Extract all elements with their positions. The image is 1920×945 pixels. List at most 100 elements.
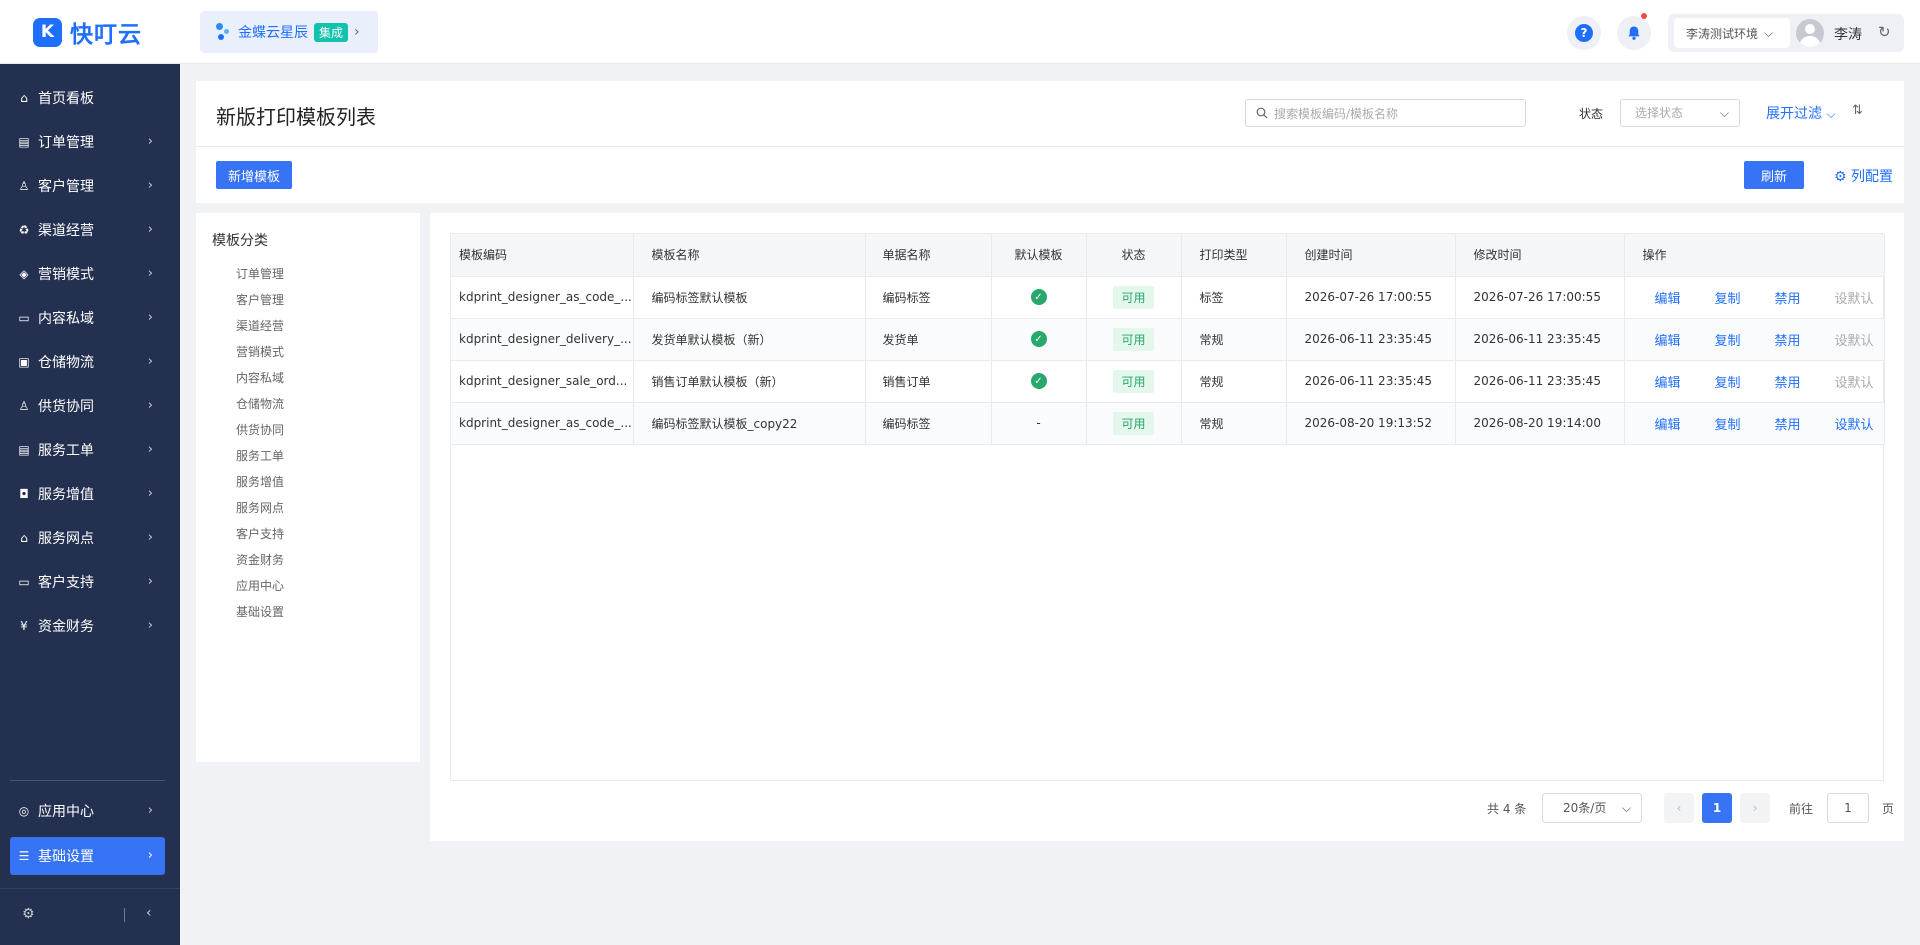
page-size-select[interactable]: 20条/页 ⌵ <box>1542 793 1642 823</box>
category-item[interactable]: 服务网点 <box>236 499 284 516</box>
column-header-code[interactable]: 模板编码 <box>451 234 634 277</box>
column-header-doc[interactable]: 单据名称 <box>865 234 992 277</box>
actions-cell: 编辑 复制 禁用 设默认 <box>1624 318 1885 361</box>
document-name: 发货单 <box>865 318 992 361</box>
category-item[interactable]: 仓储物流 <box>236 395 284 412</box>
column-header-default[interactable]: 默认模板 <box>991 234 1087 277</box>
sidebar-item-label: 服务网点 <box>38 531 94 547</box>
category-item[interactable]: 服务增值 <box>236 473 284 490</box>
username[interactable]: 李涛 <box>1834 24 1862 44</box>
goto-page-input[interactable]: 1 <box>1827 793 1869 823</box>
sidebar-item-app-center[interactable]: ◎ 应用中心 › <box>10 792 165 830</box>
sidebar-item-warehouse[interactable]: ▣ 仓储物流 › <box>10 343 165 381</box>
page-number-button[interactable]: 1 <box>1702 793 1732 823</box>
sidebar-item-service-tickets[interactable]: ▤ 服务工单 › <box>10 431 165 469</box>
avatar[interactable] <box>1796 19 1824 47</box>
set-default-link[interactable]: 设默认 <box>1835 414 1884 433</box>
chevron-down-icon: ⌵ <box>1826 107 1836 121</box>
sidebar-item-label: 基础设置 <box>38 849 94 865</box>
category-item[interactable]: 供货协同 <box>236 421 284 438</box>
created-time: 2026-06-11 23:35:45 <box>1286 318 1456 361</box>
disable-link[interactable]: 禁用 <box>1775 372 1835 391</box>
expand-filter-button[interactable]: 展开过滤 ⌵ <box>1766 103 1836 123</box>
status-cell: 可用 <box>1086 318 1182 361</box>
page-title: 新版打印模板列表 <box>216 105 376 129</box>
sidebar-item-dashboard[interactable]: ⌂ 首页看板 <box>10 79 165 117</box>
copy-link[interactable]: 复制 <box>1715 414 1775 433</box>
status-select[interactable]: 选择状态 ⌵ <box>1620 99 1740 127</box>
sort-icon[interactable]: ⇅ <box>1852 103 1863 118</box>
default-cell: ✓ <box>991 276 1087 319</box>
copy-link[interactable]: 复制 <box>1715 372 1775 391</box>
edit-link[interactable]: 编辑 <box>1655 288 1715 307</box>
refresh-icon[interactable]: ↻ <box>1878 23 1891 41</box>
sidebar-item-support[interactable]: ▭ 客户支持 › <box>10 563 165 601</box>
category-item[interactable]: 资金财务 <box>236 551 284 568</box>
add-template-button[interactable]: 新增模板 <box>216 161 292 189</box>
edit-link[interactable]: 编辑 <box>1655 372 1715 391</box>
category-item[interactable]: 客户支持 <box>236 525 284 542</box>
disable-link[interactable]: 禁用 <box>1775 288 1835 307</box>
sidebar-item-value-added[interactable]: ◘ 服务增值 › <box>10 475 165 513</box>
goto-label: 前往 <box>1789 802 1814 816</box>
search-input[interactable]: 搜索模板编码/模板名称 <box>1245 99 1526 127</box>
chevron-right-icon: › <box>354 24 360 40</box>
chevron-right-icon: › <box>147 398 153 413</box>
gear-icon[interactable]: ⚙ <box>22 906 35 922</box>
next-page-button[interactable]: › <box>1740 793 1770 823</box>
bell-icon <box>1628 26 1640 40</box>
collapse-sidebar-icon[interactable]: ‹ <box>146 905 152 921</box>
category-item[interactable]: 营销模式 <box>236 343 284 360</box>
category-item[interactable]: 客户管理 <box>236 291 284 308</box>
refresh-button[interactable]: 刷新 <box>1744 161 1804 189</box>
chevron-right-icon: › <box>147 618 153 633</box>
table-row: kdprint_designer_as_code_... 编码标签默认模板_co… <box>451 402 1885 445</box>
sidebar-item-customers[interactable]: ♙ 客户管理 › <box>10 167 165 205</box>
column-header-created[interactable]: 创建时间 <box>1286 234 1456 277</box>
sidebar-item-supply[interactable]: ♙ 供货协同 › <box>10 387 165 425</box>
column-header-modified[interactable]: 修改时间 <box>1455 234 1625 277</box>
category-item[interactable]: 服务工单 <box>236 447 284 464</box>
sidebar-item-label: 资金财务 <box>38 619 94 635</box>
chevron-right-icon: › <box>147 222 153 237</box>
sidebar-item-content[interactable]: ▭ 内容私域 › <box>10 299 165 337</box>
category-item[interactable]: 基础设置 <box>236 603 284 620</box>
copy-link[interactable]: 复制 <box>1715 330 1775 349</box>
help-button[interactable]: ? <box>1567 16 1601 50</box>
prev-page-button[interactable]: ‹ <box>1664 793 1694 823</box>
column-header-status[interactable]: 状态 <box>1086 234 1182 277</box>
category-item[interactable]: 应用中心 <box>236 577 284 594</box>
settings-icon: ☰ <box>18 849 30 863</box>
environment-select[interactable]: 李涛测试环境 ⌵ <box>1674 18 1790 48</box>
category-item[interactable]: 渠道经营 <box>236 317 284 334</box>
copy-link[interactable]: 复制 <box>1715 288 1775 307</box>
template-name: 编码标签默认模板 <box>633 276 866 319</box>
template-name: 编码标签默认模板_copy22 <box>633 402 866 445</box>
column-header-name[interactable]: 模板名称 <box>633 234 866 277</box>
disable-link[interactable]: 禁用 <box>1775 414 1835 433</box>
chevron-right-icon: › <box>147 310 153 325</box>
document-name: 编码标签 <box>865 402 992 445</box>
column-config-label: 列配置 <box>1851 169 1894 185</box>
warehouse-icon: ▣ <box>18 355 30 369</box>
print-type: 常规 <box>1181 360 1287 403</box>
category-item[interactable]: 订单管理 <box>236 265 284 282</box>
category-item[interactable]: 内容私域 <box>236 369 284 386</box>
sidebar-item-service-points[interactable]: ⌂ 服务网点 › <box>10 519 165 557</box>
integration-switcher[interactable]: 金蝶云星辰 集成 › <box>200 11 378 53</box>
sidebar-item-marketing[interactable]: ◈ 营销模式 › <box>10 255 165 293</box>
sidebar-item-basic-settings[interactable]: ☰ 基础设置 › <box>10 837 165 875</box>
notification-button[interactable] <box>1617 13 1651 50</box>
edit-link[interactable]: 编辑 <box>1655 414 1715 433</box>
status-badge: 可用 <box>1113 411 1154 435</box>
sidebar-item-finance[interactable]: ¥ 资金财务 › <box>10 607 165 645</box>
sidebar-item-orders[interactable]: ▤ 订单管理 › <box>10 123 165 161</box>
disable-link[interactable]: 禁用 <box>1775 330 1835 349</box>
app-logo[interactable]: K 快叮云 <box>33 17 142 48</box>
expand-filter-label: 展开过滤 <box>1766 106 1822 122</box>
column-config-button[interactable]: ⚙ 列配置 <box>1834 166 1893 186</box>
sidebar-item-label: 供货协同 <box>38 399 94 415</box>
sidebar-item-channels[interactable]: ♻ 渠道经营 › <box>10 211 165 249</box>
column-header-print-type[interactable]: 打印类型 <box>1181 234 1287 277</box>
edit-link[interactable]: 编辑 <box>1655 330 1715 349</box>
